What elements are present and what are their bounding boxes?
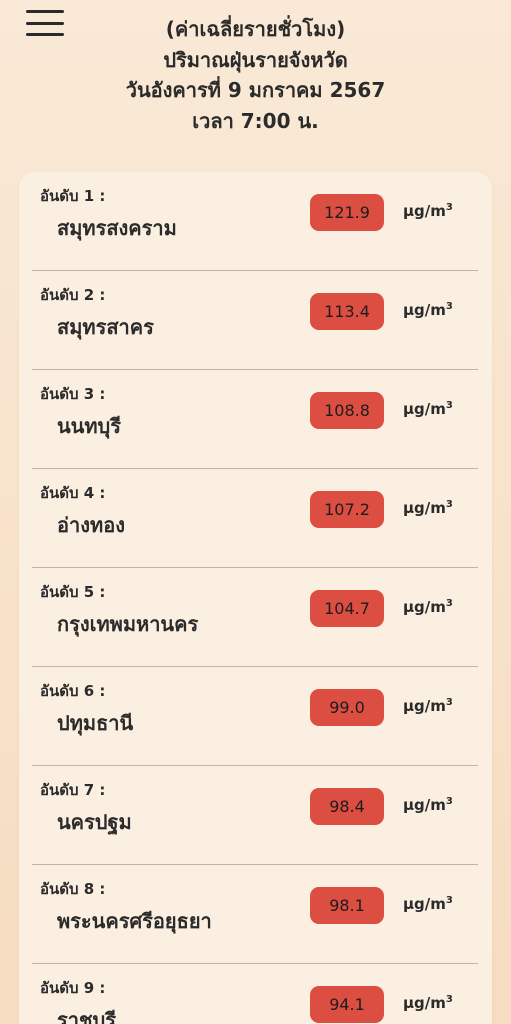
page: (ค่าเฉลี่ยรายชั่วโมง) ปริมาณฝุ่นรายจังหว… [0,0,511,1024]
list-item: อันดับ 9 : ราชบุรี 94.1 μg/m3 [32,964,478,1024]
pm25-value-badge: 98.4 [310,788,384,825]
unit-base: μg/m [403,994,446,1012]
header-subtitle: (ค่าเฉลี่ยรายชั่วโมง) [165,17,346,41]
pm25-value-badge: 94.1 [310,986,384,1023]
unit-label: μg/m3 [403,400,453,418]
pm25-value-badge: 99.0 [310,689,384,726]
unit-exponent: 3 [445,994,453,1005]
province-name: สมุทรสงคราม [57,216,177,240]
rank-label: อันดับ 1 : [40,187,106,205]
rank-label: อันดับ 8 : [40,880,106,898]
rank-label: อันดับ 5 : [40,583,106,601]
unit-label: μg/m3 [403,994,453,1012]
unit-exponent: 3 [445,697,453,708]
unit-label: μg/m3 [403,895,453,913]
list-item: อันดับ 3 : นนทบุรี 108.8 μg/m3 [32,370,478,469]
pm25-value-badge: 107.2 [310,491,384,528]
unit-base: μg/m [403,202,446,220]
rank-label: อันดับ 4 : [40,484,106,502]
pm25-value-badge: 104.7 [310,590,384,627]
page-header: (ค่าเฉลี่ยรายชั่วโมง) ปริมาณฝุ่นรายจังหว… [0,14,511,136]
rank-label: อันดับ 3 : [40,385,106,403]
ranking-list: อันดับ 1 : สมุทรสงคราม 121.9 μg/m3 อันดับ 2 … [19,172,492,1024]
unit-exponent: 3 [445,499,453,510]
unit-base: μg/m [403,697,446,715]
province-name: สมุทรสาคร [57,315,154,339]
province-name: นครปฐม [57,810,132,834]
unit-base: μg/m [403,598,446,616]
header-time: เวลา 7:00 น. [192,108,319,133]
unit-base: μg/m [403,796,446,814]
unit-label: μg/m3 [403,697,453,715]
province-name: พระนครศรีอยุธยา [57,909,212,933]
province-name: กรุงเทพมหานคร [57,612,199,636]
unit-label: μg/m3 [403,202,453,220]
pm25-value-badge: 108.8 [310,392,384,429]
header-date: วันอังคารที่ 9 มกราคม 2567 [125,78,386,102]
rank-label: อันดับ 7 : [40,781,106,799]
unit-base: μg/m [403,301,446,319]
province-name: ปทุมธานี [57,711,134,735]
list-item: อันดับ 1 : สมุทรสงคราม 121.9 μg/m3 [32,172,478,271]
list-item: อันดับ 7 : นครปฐม 98.4 μg/m3 [32,766,478,865]
unit-exponent: 3 [445,301,453,312]
unit-exponent: 3 [445,895,453,906]
unit-label: μg/m3 [403,499,453,517]
unit-exponent: 3 [445,202,453,213]
list-item: อันดับ 6 : ปทุมธานี 99.0 μg/m3 [32,667,478,766]
unit-label: μg/m3 [403,598,453,616]
unit-label: μg/m3 [403,796,453,814]
rank-label: อันดับ 6 : [40,682,106,700]
province-name: อ่างทอง [57,513,125,537]
unit-exponent: 3 [445,400,453,411]
list-item: อันดับ 5 : กรุงเทพมหานคร 104.7 μg/m3 [32,568,478,667]
page-title: ปริมาณฝุ่นรายจังหวัด [163,47,348,72]
province-name: ราชบุรี [57,1008,116,1024]
pm25-value-badge: 98.1 [310,887,384,924]
unit-exponent: 3 [445,796,453,807]
unit-exponent: 3 [445,598,453,609]
pm25-value-badge: 121.9 [310,194,384,231]
province-name: นนทบุรี [57,414,121,438]
list-item: อันดับ 2 : สมุทรสาคร 113.4 μg/m3 [32,271,478,370]
unit-base: μg/m [403,499,446,517]
pm25-value-badge: 113.4 [310,293,384,330]
rank-label: อันดับ 2 : [40,286,106,304]
list-item: อันดับ 4 : อ่างทอง 107.2 μg/m3 [32,469,478,568]
menu-bar [26,10,64,13]
list-item: อันดับ 8 : พระนครศรีอยุธยา 98.1 μg/m3 [32,865,478,964]
rank-label: อันดับ 9 : [40,979,106,997]
unit-base: μg/m [403,400,446,418]
unit-base: μg/m [403,895,446,913]
unit-label: μg/m3 [403,301,453,319]
